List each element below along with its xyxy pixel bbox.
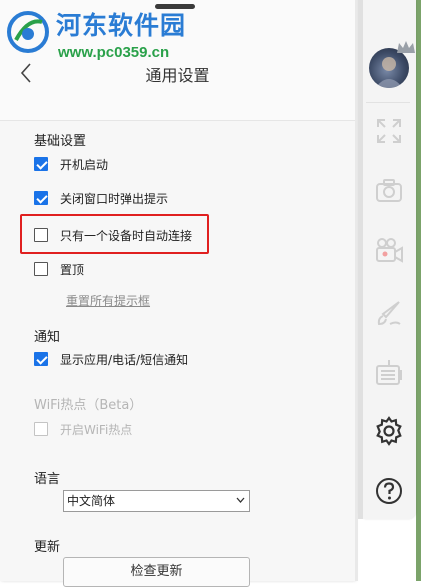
watermark-title: 河东软件园: [56, 11, 187, 40]
settings-panel: 通用设置 河东软件园 www.pc0359.cn 基础设置 开机启动 关闭窗口时…: [0, 0, 355, 587]
checkbox-show-notifications[interactable]: [34, 352, 48, 366]
option-show-notifications-label: 显示应用/电话/短信通知: [60, 352, 189, 367]
watermark: 河东软件园 www.pc0359.cn: [2, 4, 202, 64]
section-wifi-title: WiFi热点（Beta）: [34, 398, 143, 413]
checkbox-wifi-hotspot: [34, 422, 48, 436]
option-show-notifications[interactable]: 显示应用/电话/短信通知: [34, 350, 188, 368]
chevron-down-icon: [236, 497, 245, 503]
help-icon[interactable]: [372, 474, 406, 508]
brush-icon[interactable]: [372, 296, 406, 330]
option-close-prompt[interactable]: 关闭窗口时弹出提示: [34, 189, 168, 207]
option-auto-start-label: 开机启动: [60, 157, 109, 172]
page-title: 通用设置: [145, 66, 210, 85]
crown-icon: [397, 41, 415, 53]
section-update-title: 更新: [34, 540, 61, 555]
watermark-logo-icon: [7, 11, 49, 53]
section-language-title: 语言: [34, 472, 61, 487]
background-area: [359, 519, 416, 581]
toolbar-divider: [366, 102, 410, 103]
option-pin-top[interactable]: 置顶: [34, 260, 84, 278]
option-close-prompt-label: 关闭窗口时弹出提示: [60, 191, 169, 206]
language-selected-value: 中文简体: [67, 494, 116, 508]
option-auto-connect-label: 只有一个设备时自动连接: [60, 228, 193, 243]
check-update-button[interactable]: 检查更新: [63, 557, 250, 587]
keyboard-icon[interactable]: [372, 356, 406, 390]
gear-icon[interactable]: [372, 414, 406, 448]
checkbox-auto-connect[interactable]: [34, 228, 48, 242]
background-strip: [416, 0, 421, 581]
toolbar-frame: [358, 0, 363, 519]
reset-prompts-link[interactable]: 重置所有提示框: [66, 292, 150, 309]
checkbox-auto-start[interactable]: [34, 157, 48, 171]
option-wifi-hotspot-label: 开启WiFi热点: [60, 422, 133, 437]
fullscreen-icon[interactable]: [372, 114, 406, 148]
section-basic-title: 基础设置: [34, 134, 87, 149]
video-camera-icon[interactable]: [372, 234, 406, 268]
section-notify-title: 通知: [34, 330, 61, 345]
option-pin-top-label: 置顶: [60, 262, 85, 277]
language-select[interactable]: 中文简体: [63, 490, 250, 512]
checkbox-pin-top[interactable]: [34, 262, 48, 276]
watermark-url: www.pc0359.cn: [58, 44, 170, 61]
option-auto-start[interactable]: 开机启动: [34, 155, 108, 173]
option-wifi-hotspot: 开启WiFi热点: [34, 420, 132, 438]
checkbox-close-prompt[interactable]: [34, 191, 48, 205]
camera-icon[interactable]: [372, 174, 406, 208]
option-auto-connect[interactable]: 只有一个设备时自动连接: [34, 226, 192, 244]
